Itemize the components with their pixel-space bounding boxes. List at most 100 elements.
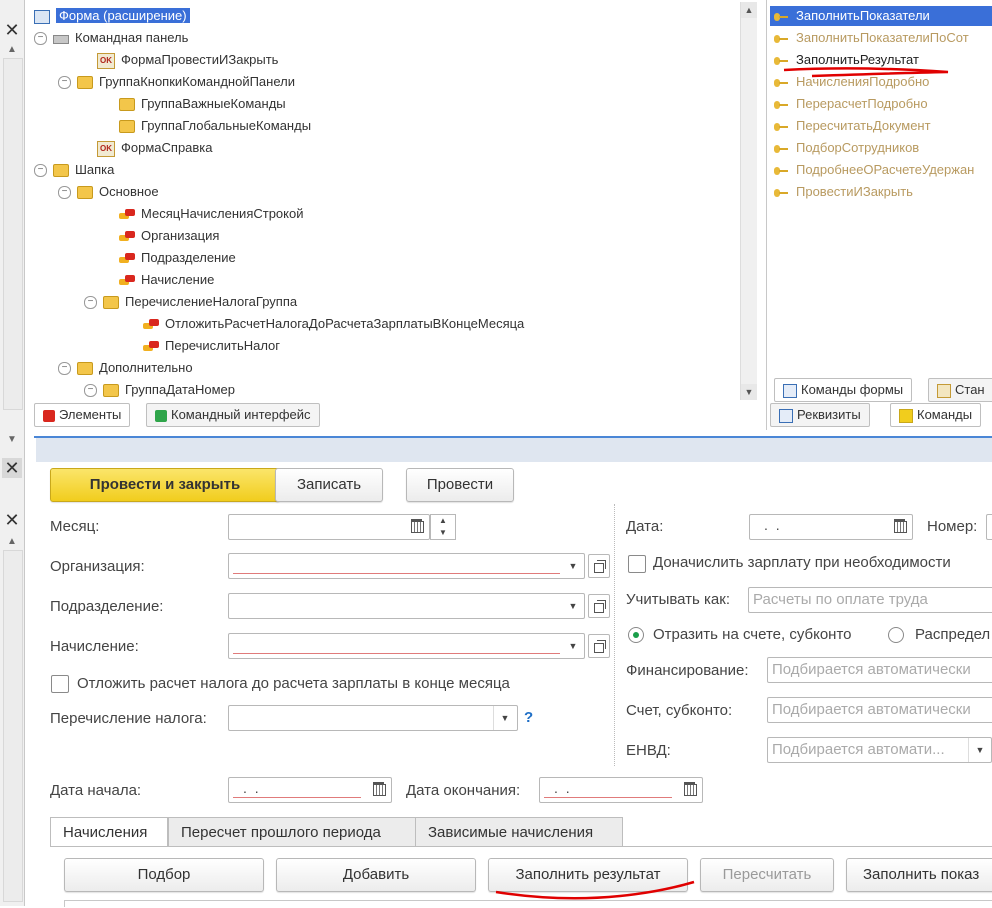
calendar-icon[interactable]: [892, 518, 908, 534]
command-item[interactable]: ПровестиИЗакрыть: [770, 182, 913, 202]
collapse-toggle-icon[interactable]: −: [58, 362, 71, 376]
tab-recalculation[interactable]: Пересчет прошлого периода: [168, 817, 416, 847]
tree-node[interactable]: OK ФормаСправка: [78, 138, 213, 158]
organization-field[interactable]: ▼: [228, 553, 585, 579]
scroll-down-arrow-icon[interactable]: ▼: [741, 384, 757, 400]
attributes-icon: [779, 408, 793, 423]
envd-placeholder: Подбирается автомати...: [772, 741, 945, 758]
tab-commands[interactable]: Команды: [890, 403, 982, 427]
open-icon[interactable]: [588, 594, 610, 618]
add-button[interactable]: Добавить: [276, 858, 476, 892]
command-item[interactable]: ПерерасчетПодробно: [770, 94, 928, 114]
date-field[interactable]: . .: [749, 514, 913, 540]
open-icon[interactable]: [588, 634, 610, 658]
command-item[interactable]: ЗаполнитьПоказатели: [770, 6, 992, 26]
number-field[interactable]: [986, 514, 992, 540]
calendar-icon[interactable]: [371, 781, 387, 797]
command-item[interactable]: ПересчитатьДокумент: [770, 116, 931, 136]
tab-accruals[interactable]: Начисления: [50, 817, 168, 847]
collapse-toggle-icon[interactable]: −: [34, 164, 47, 178]
tree-node[interactable]: − Командная панель: [34, 28, 188, 48]
account-subconto-field[interactable]: Подбирается автоматически: [767, 697, 992, 723]
tab-attributes[interactable]: Реквизиты: [770, 403, 870, 427]
chevron-down-icon[interactable]: ▼: [562, 634, 584, 658]
tab-form-commands[interactable]: Команды формы: [774, 378, 913, 402]
fill-indicators-button[interactable]: Заполнить показ: [846, 858, 992, 892]
distribute-radio[interactable]: [888, 627, 904, 643]
tab-dependent-accruals[interactable]: Зависимые начисления: [415, 817, 623, 847]
defer-tax-checkbox[interactable]: [51, 675, 69, 693]
close-icon[interactable]: ✕: [2, 458, 22, 478]
tab-command-interface[interactable]: Командный интерфейс: [146, 403, 320, 427]
month-field[interactable]: [228, 514, 430, 540]
command-item[interactable]: ПодробнееОРасчетеУдержан: [770, 160, 974, 180]
chevron-down-icon[interactable]: ▼: [968, 738, 991, 762]
chevron-down-icon[interactable]: ▼: [493, 706, 516, 730]
tree-node[interactable]: Форма (расширение): [34, 6, 190, 26]
form-commands-list[interactable]: ЗаполнитьПоказатели ЗаполнитьПоказателиПо…: [770, 2, 992, 374]
chevron-down-icon[interactable]: ▼: [562, 554, 584, 578]
collapse-toggle-icon[interactable]: −: [58, 76, 71, 90]
tree-node[interactable]: − Основное: [58, 182, 159, 202]
tree-node[interactable]: OK ФормаПровестиИЗакрыть: [78, 50, 278, 70]
fill-result-button[interactable]: Заполнить результат: [488, 858, 688, 892]
help-icon[interactable]: ?: [524, 708, 533, 728]
start-date-field[interactable]: . .: [228, 777, 392, 803]
end-date-field[interactable]: . .: [539, 777, 703, 803]
post-button[interactable]: Провести: [406, 468, 514, 502]
collapse-toggle-icon[interactable]: −: [84, 296, 97, 310]
tab-elements[interactable]: Элементы: [34, 403, 131, 427]
scroll-down-arrow-icon[interactable]: ▼: [4, 434, 20, 445]
recalculate-button[interactable]: Пересчитать: [700, 858, 834, 892]
tree-node[interactable]: ГруппаВажныеКоманды: [100, 94, 286, 114]
command-item[interactable]: ПодборСотрудников: [770, 138, 919, 158]
tree-node[interactable]: ГруппаГлобальныеКоманды: [100, 116, 311, 136]
pick-button[interactable]: Подбор: [64, 858, 264, 892]
tree-node[interactable]: − Шапка: [34, 160, 114, 180]
tree-node[interactable]: ПеречислитьНалог: [124, 336, 280, 356]
department-field[interactable]: ▼: [228, 593, 585, 619]
month-stepper[interactable]: ▲ ▼: [430, 514, 456, 540]
scrollbar-track[interactable]: [3, 550, 23, 902]
scroll-up-arrow-icon[interactable]: ▲: [4, 44, 20, 55]
tree-node[interactable]: ОтложитьРасчетНалогаДоРасчетаЗарплатыВКо…: [124, 314, 524, 334]
reflect-account-radio[interactable]: [628, 627, 644, 643]
calendar-icon[interactable]: [682, 781, 698, 797]
scroll-up-arrow-icon[interactable]: ▲: [741, 2, 757, 18]
command-item[interactable]: ЗаполнитьПоказателиПоСот: [770, 28, 969, 48]
tree-node[interactable]: Подразделение: [100, 248, 236, 268]
tree-node[interactable]: − Дополнительно: [58, 358, 193, 378]
form-elements-tree[interactable]: Форма (расширение) − Командная панель OK Фор…: [28, 2, 738, 400]
tax-transfer-field[interactable]: ▼: [228, 705, 518, 731]
chevron-down-icon[interactable]: ▼: [562, 594, 584, 618]
scrollbar-track[interactable]: [3, 58, 23, 410]
collapse-toggle-icon[interactable]: −: [84, 384, 97, 398]
tab-standard-commands[interactable]: Стан: [928, 378, 992, 402]
accrual-field[interactable]: ▼: [228, 633, 585, 659]
scroll-up-arrow-icon[interactable]: ▲: [4, 536, 20, 547]
envd-field[interactable]: Подбирается автомати... ▼: [767, 737, 992, 763]
tree-node[interactable]: Организация: [100, 226, 219, 246]
open-icon[interactable]: [588, 554, 610, 578]
command-item[interactable]: ЗаполнитьРезультат: [770, 50, 919, 70]
tree-node[interactable]: МесяцНачисленияСтрокой: [100, 204, 303, 224]
collapse-toggle-icon[interactable]: −: [58, 186, 71, 200]
tree-node-label: ФормаПровестиИЗакрыть: [121, 52, 279, 67]
command-item-label: НачисленияПодробно: [796, 74, 930, 89]
tree-node[interactable]: − ГруппаДатаНомер: [84, 380, 235, 400]
close-icon[interactable]: ✕: [2, 510, 22, 530]
account-as-field[interactable]: Расчеты по оплате труда: [748, 587, 992, 613]
financing-field[interactable]: Подбирается автоматически: [767, 657, 992, 683]
save-button[interactable]: Записать: [275, 468, 383, 502]
tree-node[interactable]: Начисление: [100, 270, 214, 290]
command-item[interactable]: НачисленияПодробно: [770, 72, 929, 92]
calendar-icon[interactable]: [409, 518, 425, 534]
tree-scrollbar[interactable]: ▲ ▼: [740, 2, 757, 400]
post-and-close-button[interactable]: Провести и закрыть: [50, 468, 280, 502]
tree-node[interactable]: − ГруппаКнопкиКоманднойПанели: [58, 72, 295, 92]
collapse-toggle-icon[interactable]: −: [34, 32, 47, 46]
tree-node-label: ГруппаГлобальныеКоманды: [141, 118, 312, 133]
tree-node[interactable]: − ПеречислениеНалогаГруппа: [84, 292, 297, 312]
accrue-if-needed-checkbox[interactable]: [628, 555, 646, 573]
close-icon[interactable]: ✕: [2, 20, 22, 40]
